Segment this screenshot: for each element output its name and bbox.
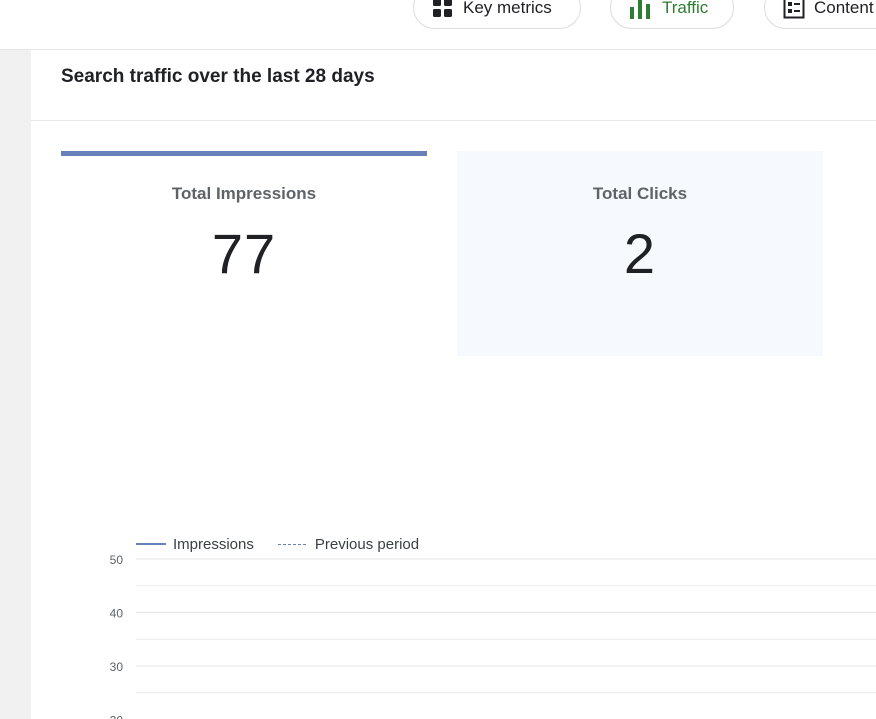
tab-content[interactable]: Content [764, 0, 876, 29]
tab-traffic[interactable]: Traffic [610, 0, 734, 29]
tab-key-metrics-label: Key metrics [463, 0, 552, 17]
search-traffic-panel: Search traffic over the last 28 days Tot… [31, 50, 876, 719]
tab-key-metrics[interactable]: Key metrics [413, 0, 581, 29]
grid-icon [433, 0, 452, 17]
y-tick-label: 40 [110, 607, 124, 621]
tab-content-label: Content [814, 0, 874, 17]
bar-chart-icon [630, 0, 650, 19]
y-tick-label: 50 [110, 553, 124, 567]
content-list-icon [783, 0, 805, 18]
left-rail [0, 50, 31, 719]
tab-traffic-label: Traffic [662, 0, 709, 17]
y-tick-label: 20 [110, 714, 124, 719]
y-tick-label: 30 [110, 660, 124, 674]
top-tab-bar: Key metrics Traffic Content [0, 0, 876, 50]
impressions-chart: 50 40 30 20 [110, 553, 876, 719]
